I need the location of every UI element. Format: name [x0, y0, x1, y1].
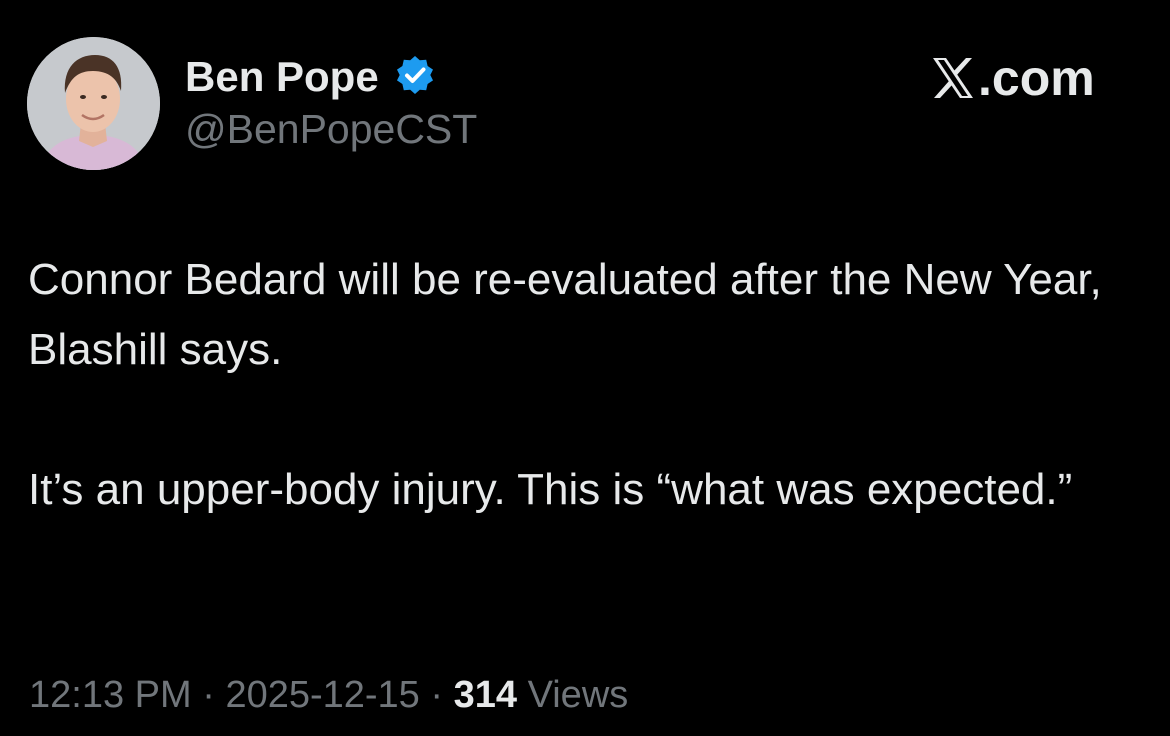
meta-separator: ·	[202, 674, 215, 716]
views-count[interactable]: 314	[454, 674, 517, 716]
brand-watermark: .com	[930, 50, 1095, 106]
tweet-date[interactable]: 2025-12-15	[225, 674, 419, 716]
brand-domain-suffix: .com	[978, 50, 1095, 106]
tweet-time[interactable]: 12:13 PM	[29, 674, 192, 716]
views-label: Views	[527, 674, 629, 716]
tweet-text: Connor Bedard will be re-evaluated after…	[28, 245, 1138, 525]
author-handle[interactable]: @BenPopeCST	[185, 104, 477, 154]
tweet-paragraph: It’s an upper-body injury. This is “what…	[28, 465, 1073, 514]
avatar[interactable]	[27, 37, 160, 170]
profile-photo	[27, 37, 160, 170]
tweet-meta: 12:13 PM · 2025-12-15 · 314 Views	[29, 670, 628, 720]
tweet-paragraph: Connor Bedard will be re-evaluated after…	[28, 255, 1102, 374]
x-logo-icon	[933, 58, 973, 98]
verified-badge-icon	[397, 56, 433, 94]
meta-separator: ·	[430, 674, 444, 716]
author-display-name[interactable]: Ben Pope	[185, 52, 379, 102]
